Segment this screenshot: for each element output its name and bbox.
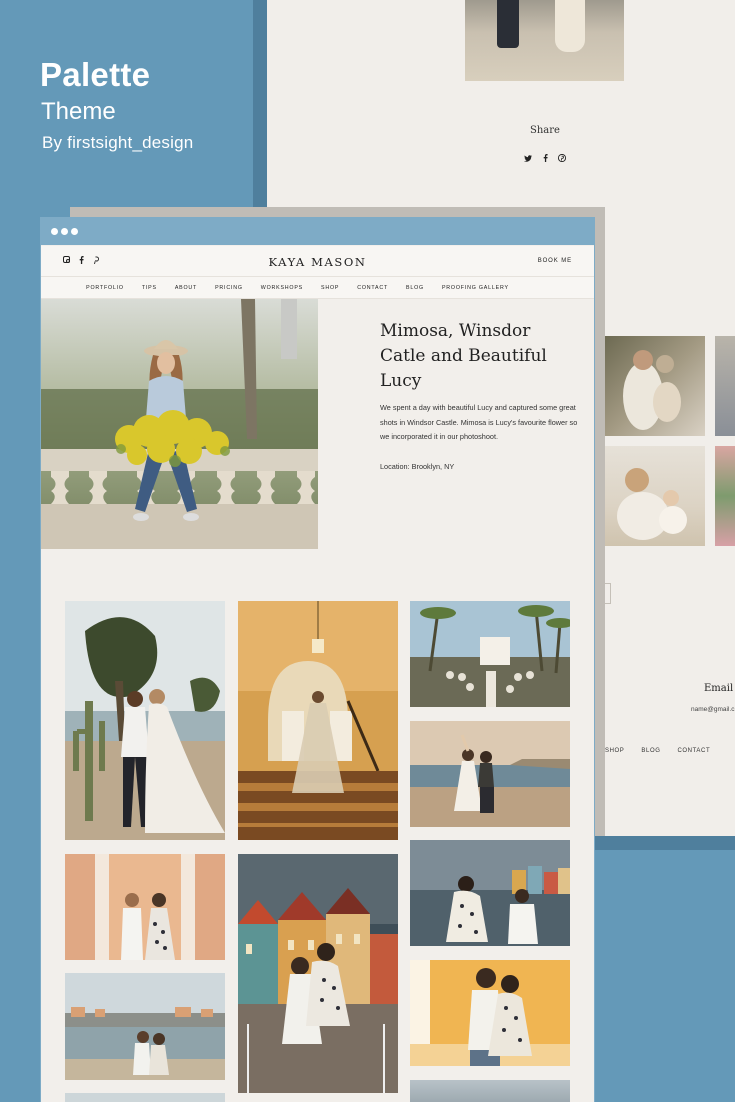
browser-window: KAYA MASON BOOK ME PORTFOLIO TIPS ABOUT … bbox=[40, 217, 595, 1102]
nav-tips[interactable]: TIPS bbox=[142, 285, 157, 291]
gallery-photo[interactable] bbox=[238, 601, 398, 840]
share-icons bbox=[524, 153, 567, 164]
post-location: Location: Brooklyn, NY bbox=[380, 462, 455, 471]
nav-portfolio[interactable]: PORTFOLIO bbox=[86, 285, 124, 291]
gallery-photo[interactable] bbox=[410, 840, 570, 946]
twitter-icon[interactable] bbox=[524, 154, 532, 164]
gallery-photo[interactable] bbox=[410, 960, 570, 1066]
footer-nav-shop[interactable]: SHOP bbox=[605, 748, 624, 754]
gallery-photo[interactable] bbox=[238, 854, 398, 1093]
book-me-link[interactable]: BOOK ME bbox=[538, 258, 572, 264]
gallery-photo[interactable] bbox=[410, 601, 570, 707]
email-value[interactable]: name@gmail.c bbox=[691, 706, 734, 713]
nav-about[interactable]: ABOUT bbox=[175, 285, 197, 291]
gallery-photo[interactable] bbox=[65, 973, 225, 1080]
window-dot[interactable] bbox=[71, 228, 78, 235]
email-label: Email bbox=[704, 683, 734, 694]
facebook-icon[interactable] bbox=[541, 154, 549, 164]
post-body: We spent a day with beautiful Lucy and c… bbox=[380, 403, 578, 441]
gallery-thumb[interactable] bbox=[715, 446, 735, 546]
gallery-thumb[interactable] bbox=[605, 446, 705, 546]
main-nav: PORTFOLIO TIPS ABOUT PRICING WORKSHOPS S… bbox=[41, 276, 594, 299]
gallery-photo[interactable] bbox=[410, 721, 570, 827]
gallery-thumb[interactable] bbox=[605, 336, 705, 436]
nav-pricing[interactable]: PRICING bbox=[215, 285, 243, 291]
gallery-photo[interactable] bbox=[65, 601, 225, 840]
footer-nav: SHOP BLOG CONTACT bbox=[605, 748, 710, 754]
theme-title: Palette bbox=[40, 56, 151, 93]
site-logo[interactable]: KAYA MASON bbox=[41, 255, 594, 269]
nav-workshops[interactable]: WORKSHOPS bbox=[261, 285, 303, 291]
nav-proofing-gallery[interactable]: PROOFING GALLERY bbox=[442, 285, 509, 291]
hero-photo bbox=[41, 299, 318, 549]
couple-walking-photo bbox=[465, 0, 624, 81]
nav-shop[interactable]: SHOP bbox=[321, 285, 339, 291]
page-shadow bbox=[595, 836, 735, 850]
gallery-photo[interactable] bbox=[65, 1093, 225, 1102]
gallery-photo[interactable] bbox=[65, 854, 225, 960]
pinterest-icon[interactable] bbox=[557, 153, 567, 164]
nav-blog[interactable]: BLOG bbox=[406, 285, 424, 291]
window-dot[interactable] bbox=[51, 228, 58, 235]
window-dot[interactable] bbox=[61, 228, 68, 235]
footer-nav-contact[interactable]: CONTACT bbox=[677, 748, 710, 754]
theme-subtitle: Theme bbox=[41, 98, 116, 125]
gallery-thumb[interactable] bbox=[715, 336, 735, 436]
share-label: Share bbox=[530, 125, 560, 136]
gallery-photo[interactable] bbox=[410, 1080, 570, 1102]
window-titlebar bbox=[41, 218, 594, 245]
footer-nav-blog[interactable]: BLOG bbox=[641, 748, 660, 754]
site-header: KAYA MASON BOOK ME bbox=[41, 246, 594, 276]
nav-contact[interactable]: CONTACT bbox=[357, 285, 388, 291]
window-shadow bbox=[595, 218, 605, 836]
post-title: Mimosa, Winsdor Catle and Beautiful Lucy bbox=[380, 321, 547, 391]
panel-shadow bbox=[253, 0, 267, 210]
theme-byline: By firstsight_design bbox=[42, 133, 194, 152]
